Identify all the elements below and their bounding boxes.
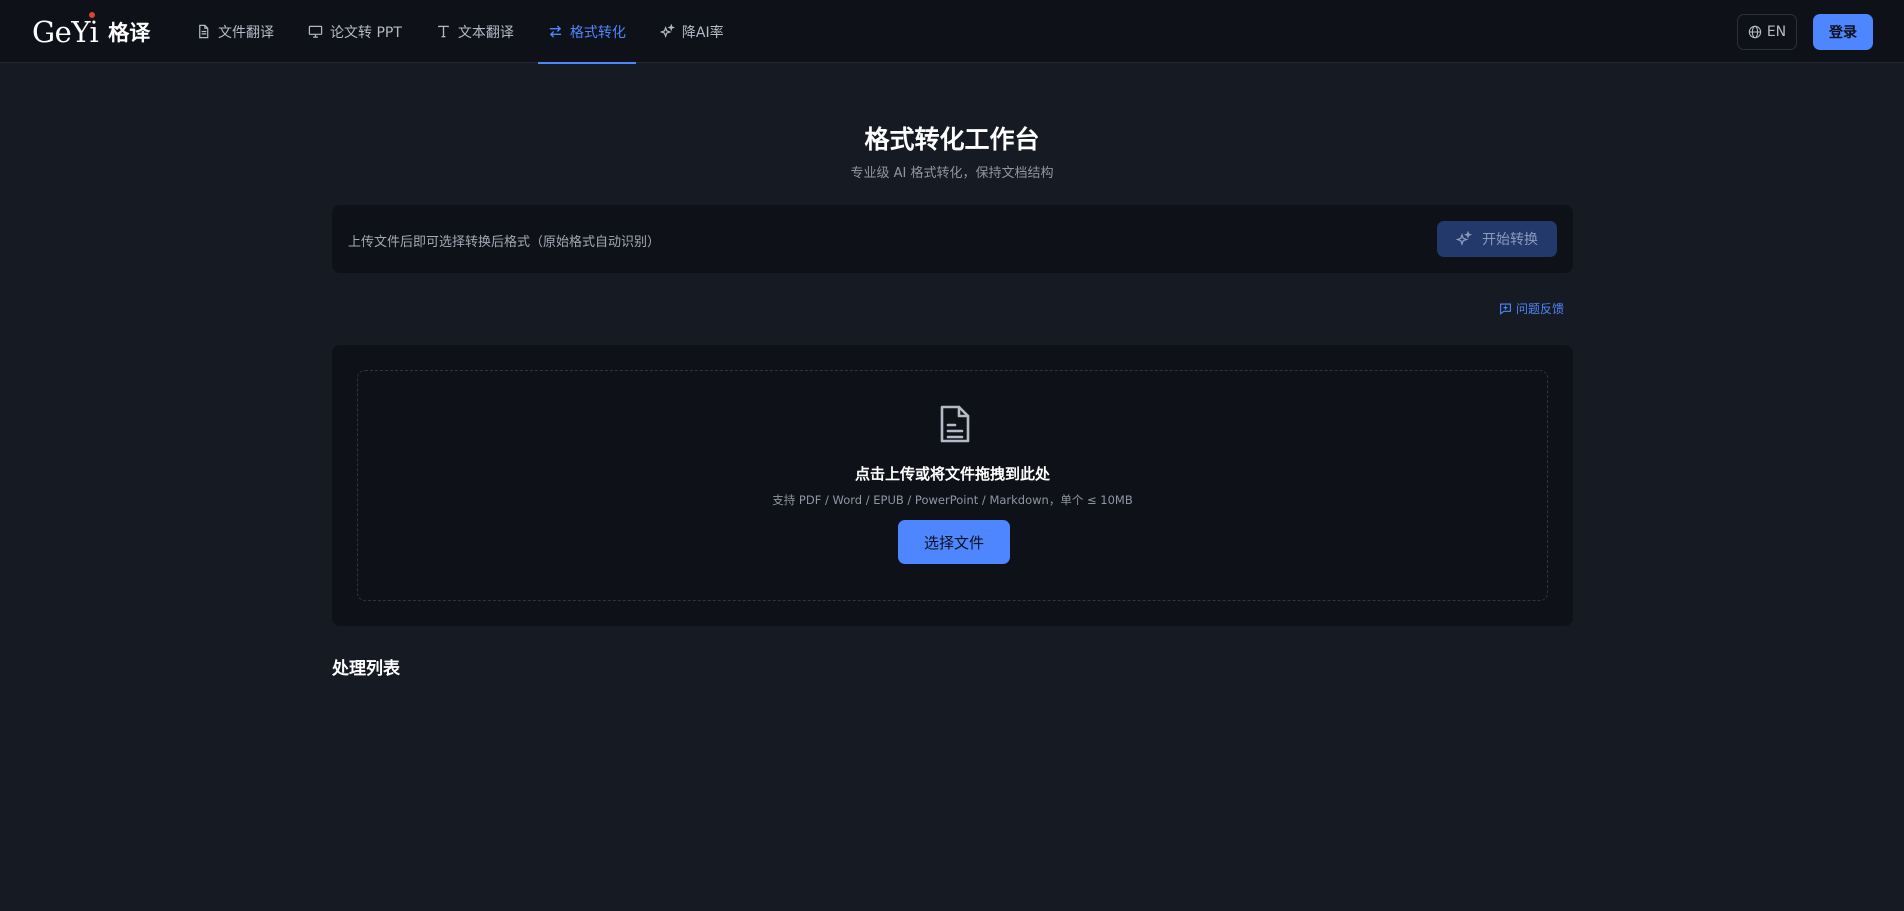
globe-icon	[1748, 25, 1762, 39]
nav-item-label: 论文转 PPT	[330, 24, 402, 41]
nav-item-label: 文件翻译	[218, 24, 274, 41]
nav-item-reduce-ai[interactable]: 降AI率	[650, 0, 734, 63]
nav-item-label: 格式转化	[569, 24, 626, 41]
file-dropzone[interactable]: 点击上传或将文件拖拽到此处 支持 PDF / Word / EPUB / Pow…	[357, 370, 1548, 601]
document-icon	[940, 405, 970, 443]
start-conversion-button[interactable]: 开始转换	[1437, 221, 1557, 257]
start-conversion-label: 开始转换	[1482, 232, 1538, 248]
nav-item-format-conversion[interactable]: 格式转化	[537, 0, 636, 64]
choose-file-button[interactable]: 选择文件	[898, 520, 1010, 564]
conversion-hint-bar: 上传文件后即可选择转换后格式（原始格式自动识别） 开始转换	[332, 205, 1573, 273]
brand-latin: GeYi	[32, 15, 99, 49]
sparkles-icon	[659, 24, 675, 38]
top-bar: GeYi 格译 文件翻译 论文转 PPT 文本翻译 格式转化 降AI率 EN 登…	[0, 0, 1904, 64]
feedback-label: 问题反馈	[1516, 302, 1565, 316]
file-icon	[199, 24, 209, 39]
text-icon	[438, 25, 449, 38]
language-label: EN	[1766, 24, 1787, 40]
upload-card: 点击上传或将文件拖拽到此处 支持 PDF / Word / EPUB / Pow…	[332, 345, 1573, 626]
dropzone-title: 点击上传或将文件拖拽到此处	[854, 465, 1050, 483]
dropzone-subtitle: 支持 PDF / Word / EPUB / PowerPoint / Mark…	[772, 493, 1133, 507]
sparkles-icon	[1456, 231, 1472, 246]
feedback-icon	[1500, 303, 1511, 315]
page-subtitle: 专业级 AI 格式转化，保持文档结构	[850, 166, 1054, 181]
brand-cjk: 格译	[108, 20, 151, 45]
swap-icon	[549, 25, 562, 38]
feedback-link[interactable]: 问题反馈	[1499, 300, 1564, 317]
main-nav: 文件翻译 论文转 PPT 文本翻译 格式转化 降AI率	[186, 0, 748, 64]
language-switch-button[interactable]: EN	[1737, 14, 1797, 50]
nav-item-label: 降AI率	[681, 24, 724, 41]
nav-item-paper-to-ppt[interactable]: 论文转 PPT	[298, 0, 412, 63]
nav-item-file-translation[interactable]: 文件翻译	[186, 0, 284, 63]
brand-logo[interactable]: GeYi 格译	[32, 12, 151, 50]
page-title: 格式转化工作台	[864, 125, 1040, 154]
login-button[interactable]: 登录	[1813, 14, 1873, 50]
nav-item-label: 文本翻译	[457, 24, 514, 41]
brand-dot	[89, 12, 95, 18]
presentation-icon	[308, 25, 323, 38]
processing-list-title: 处理列表	[332, 659, 400, 679]
nav-item-text-translation[interactable]: 文本翻译	[426, 0, 524, 63]
conversion-hint-text: 上传文件后即可选择转换后格式（原始格式自动识别）	[348, 235, 661, 250]
